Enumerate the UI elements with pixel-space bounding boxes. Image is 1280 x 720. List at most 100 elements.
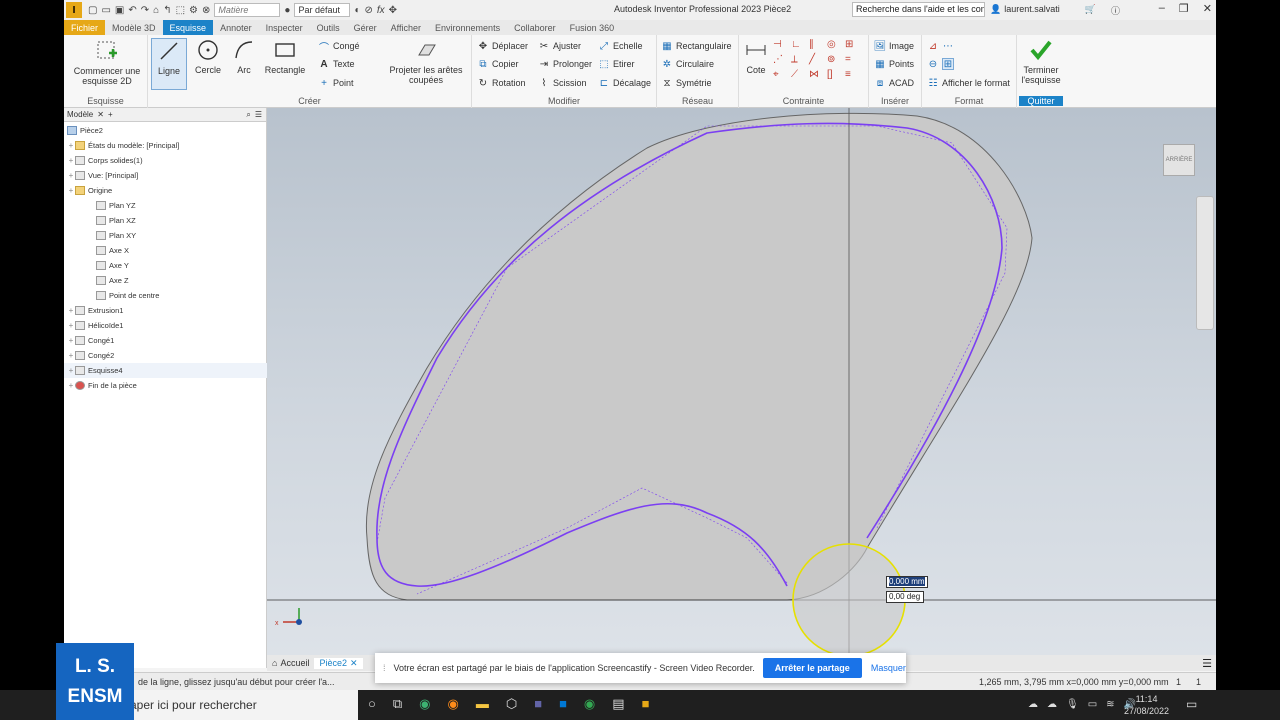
acad-button[interactable]: ⧈ ACAD [874,77,914,89]
appearance-select[interactable]: Par défaut [294,3,351,17]
color-icon[interactable]: ◐ [354,5,360,16]
split-button[interactable]: ⌇ Scission [538,77,587,89]
expand-icon[interactable]: + [67,141,75,150]
tab-4[interactable]: Inspecter [259,20,310,35]
navigation-bar[interactable] [1196,196,1214,330]
drag-handle-icon[interactable]: ⁞ [383,663,386,673]
open-icon[interactable]: ▭ [101,5,110,16]
browser-menu-icon[interactable]: ☰ [255,110,262,119]
notification-icon[interactable]: ▭ [1186,697,1197,711]
concentric-icon[interactable]: ⊚ [827,54,845,65]
files-icon[interactable]: ▤ [612,696,624,712]
tree-item[interactable]: Axe X [64,243,267,258]
tree-item[interactable]: + Origine [64,183,267,198]
point-button[interactable]: + Point [318,77,353,89]
minimize-icon[interactable]: – [1159,2,1165,15]
expand-icon[interactable]: + [67,351,75,360]
expand-icon[interactable]: + [67,321,75,330]
coincident-icon[interactable]: ⊣ [773,39,791,50]
scale-button[interactable]: ⤢ Echelle [598,40,643,52]
tree-item[interactable]: + Hélicoïde1 [64,318,267,333]
tree-item[interactable]: Plan XZ [64,213,267,228]
dimension-button[interactable]: Cote [742,38,770,75]
browser-search-icon[interactable]: ⌕ [246,110,250,120]
project-cut-edges-button[interactable]: Projeter les arêtes coupées [386,38,466,85]
offset-button[interactable]: ⊏ Décalage [598,77,651,89]
edge-icon[interactable]: ◉ [419,696,430,712]
weather-icon[interactable]: ☁ [1028,699,1038,710]
move-button[interactable]: ✥ Déplacer [477,40,528,52]
tree-item[interactable]: + Fin de la pièce [64,378,267,393]
horizontal-icon[interactable]: ⟂ [791,54,809,65]
circle-button[interactable]: Cercle [190,38,226,75]
length-input[interactable]: 0,000 mm [886,576,928,588]
tree-item[interactable]: Plan XY [64,228,267,243]
rect-pattern-button[interactable]: ▦ Rectangulaire [661,40,731,52]
construction-button[interactable]: ⊿ ⋯ [927,40,954,52]
tab-6[interactable]: Gérer [347,20,384,35]
tree-item[interactable]: + Extrusion1 [64,303,267,318]
perpendicular-icon[interactable]: ∟ [791,39,809,50]
tree-item[interactable]: + Corps solides(1) [64,153,267,168]
close-icon[interactable]: ⊗ [202,5,210,16]
tab-menu-icon[interactable]: ☰ [1202,657,1212,670]
bracket-icon[interactable]: [] [827,69,845,80]
cart-icon[interactable]: 🛒 [1085,4,1096,17]
cortana-icon[interactable]: ○ [368,696,376,712]
rectangle-button[interactable]: Rectangle [262,38,308,75]
graphics-viewport[interactable]: x ARRIÈRE 0,000 mm 0,00 deg [267,108,1216,655]
chrome-icon[interactable]: ◉ [584,696,595,712]
tangent-icon[interactable]: ◎ [827,39,845,50]
tab-3[interactable]: Annoter [213,20,259,35]
tab-9[interactable]: Collaborer [507,20,563,35]
trim-button[interactable]: ✂ Ajuster [538,40,581,52]
tree-item[interactable]: Plan YZ [64,198,267,213]
viewcube[interactable]: ARRIÈRE [1163,144,1195,176]
clear-icon[interactable]: ⊘ [364,5,372,16]
mirror-button[interactable]: ⧖ Symétrie [661,77,711,89]
tree-item[interactable]: + Esquisse4 [64,363,267,378]
move-icon[interactable]: ✥ [389,5,397,16]
user-menu[interactable]: 👤 laurent.salvati 🛒 ⓘ [990,4,1120,17]
clock[interactable]: 11:14 27/08/2022 [1124,693,1169,717]
tree-item[interactable]: + Congé2 [64,348,267,363]
midpoint-icon[interactable]: ⋈ [809,69,827,80]
equal-icon[interactable]: = [845,54,863,65]
firefox-icon[interactable]: ◉ [448,696,459,712]
image-button[interactable]: 🖼 Image [874,40,914,52]
tab-2[interactable]: Esquisse [162,20,214,35]
circ-pattern-button[interactable]: ✲ Circulaire [661,58,714,70]
app-icon[interactable]: ⬡ [506,696,517,712]
symmetric-icon[interactable]: ⟋ [791,69,809,80]
copy-button[interactable]: ⧉ Copier [477,58,518,70]
tree-item[interactable]: Axe Z [64,273,267,288]
show-format-button[interactable]: ☷ Afficher le format [927,77,1010,89]
expand-icon[interactable]: + [67,306,75,315]
return-icon[interactable]: ↰ [163,5,171,16]
inventor-logo-icon[interactable]: I [66,2,82,18]
expand-icon[interactable]: + [67,366,75,375]
select-icon[interactable]: ⬚ [176,5,185,16]
maximize-icon[interactable]: ❐ [1179,2,1189,15]
parallel-icon[interactable]: ∥ [809,39,827,50]
equal2-icon[interactable]: ≡ [845,69,863,80]
onedrive-icon[interactable]: ☁ [1047,699,1057,710]
fillet-button[interactable]: ⌒ Congé [318,40,360,54]
battery-icon[interactable]: ▭ [1088,699,1097,710]
redo-icon[interactable]: ↷ [141,5,149,16]
undo-icon[interactable]: ↶ [128,5,136,16]
tree-item[interactable]: Axe Y [64,258,267,273]
tab-5[interactable]: Outils [310,20,347,35]
arc-button[interactable]: Arc [228,38,260,75]
smooth-icon[interactable]: ⌖ [773,69,791,80]
tab-0[interactable]: Fichier [64,20,106,35]
mic-icon[interactable]: 🎙 [1066,699,1079,710]
home-icon[interactable]: ⌂ [153,5,159,16]
close-window-icon[interactable]: ✕ [1203,2,1212,15]
new-file-icon[interactable]: ▢ [88,5,97,16]
hide-button[interactable]: Masquer [871,663,906,673]
fx-icon[interactable]: fx [377,5,385,16]
tab-home[interactable]: ⌂ Accueil [267,658,314,668]
vertical-icon[interactable]: ╱ [809,54,827,65]
browser-tab-model[interactable]: Modèle [67,110,93,119]
